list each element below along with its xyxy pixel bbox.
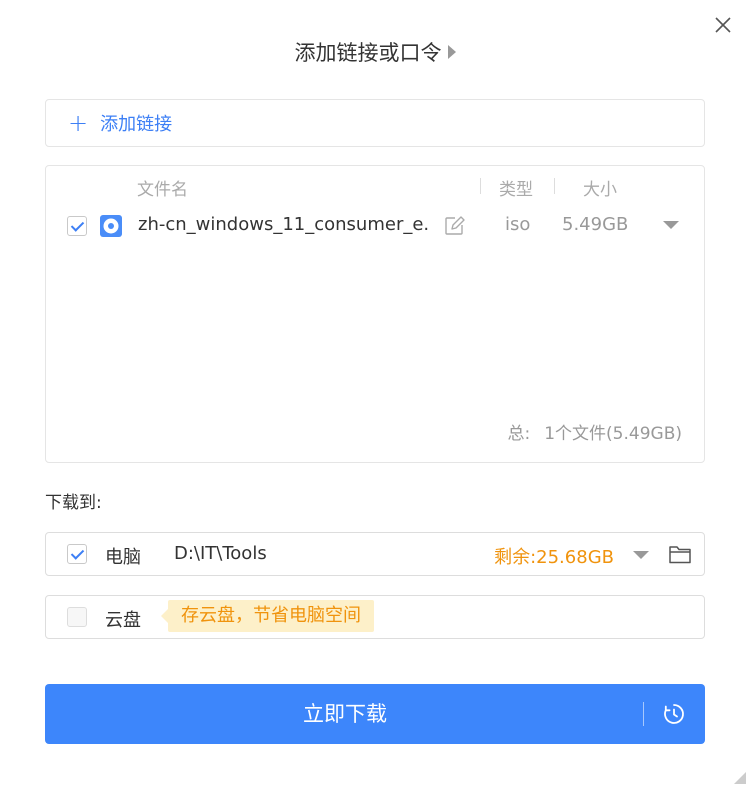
- cloud-tip: 存云盘，节省电脑空间: [161, 600, 374, 632]
- file-total-value: 1个文件(5.49GB): [544, 424, 682, 444]
- close-icon[interactable]: [710, 12, 736, 38]
- cloud-checkbox[interactable]: [67, 607, 87, 627]
- file-size: 5.49GB: [562, 214, 629, 235]
- column-divider: [554, 178, 555, 194]
- destination-cloud[interactable]: 云盘 存云盘，节省电脑空间: [45, 595, 705, 639]
- column-header-size: 大小: [583, 180, 617, 200]
- pc-free-space: 剩余:25.68GB: [494, 547, 614, 568]
- chevron-down-icon[interactable]: [633, 551, 649, 559]
- cloud-label: 云盘: [105, 610, 141, 631]
- column-header-type: 类型: [499, 180, 533, 200]
- button-divider: [643, 702, 644, 726]
- pc-checkbox[interactable]: [67, 544, 87, 564]
- disc-icon: [100, 215, 122, 237]
- file-total: 总: 1个文件(5.49GB): [507, 419, 682, 444]
- play-triangle-icon: [447, 45, 456, 59]
- file-name: zh-cn_windows_11_consumer_e...: [138, 214, 428, 235]
- dialog-title[interactable]: 添加链接或口令: [0, 37, 750, 67]
- folder-icon[interactable]: [668, 543, 692, 565]
- column-divider: [480, 178, 481, 194]
- file-row[interactable]: zh-cn_windows_11_consumer_e... iso 5.49G…: [46, 211, 704, 241]
- dialog-title-text: 添加链接或口令: [294, 41, 442, 65]
- timer-icon[interactable]: [662, 702, 686, 726]
- file-list-panel: 文件名 类型 大小 zh-cn_windows_11_consumer_e...…: [45, 165, 705, 463]
- pc-label: 电脑: [105, 547, 141, 568]
- edit-icon[interactable]: [443, 215, 465, 237]
- plus-icon: +: [68, 109, 89, 137]
- chevron-down-icon[interactable]: [663, 221, 679, 229]
- pc-path[interactable]: D:\IT\Tools: [174, 543, 267, 564]
- file-list-header: 文件名 类型 大小: [46, 175, 704, 200]
- resize-grip-icon[interactable]: [734, 772, 746, 784]
- file-checkbox[interactable]: [67, 216, 87, 236]
- add-link-label: 添加链接: [100, 114, 173, 135]
- add-link-button[interactable]: + 添加链接: [45, 99, 705, 147]
- file-type: iso: [505, 214, 531, 235]
- column-header-name: 文件名: [137, 180, 188, 200]
- download-to-label: 下载到:: [45, 493, 102, 513]
- download-now-button[interactable]: 立即下载: [45, 684, 705, 744]
- download-now-label: 立即下载: [303, 702, 387, 726]
- file-total-label: 总:: [507, 424, 531, 444]
- destination-pc[interactable]: 电脑 D:\IT\Tools 剩余:25.68GB: [45, 532, 705, 576]
